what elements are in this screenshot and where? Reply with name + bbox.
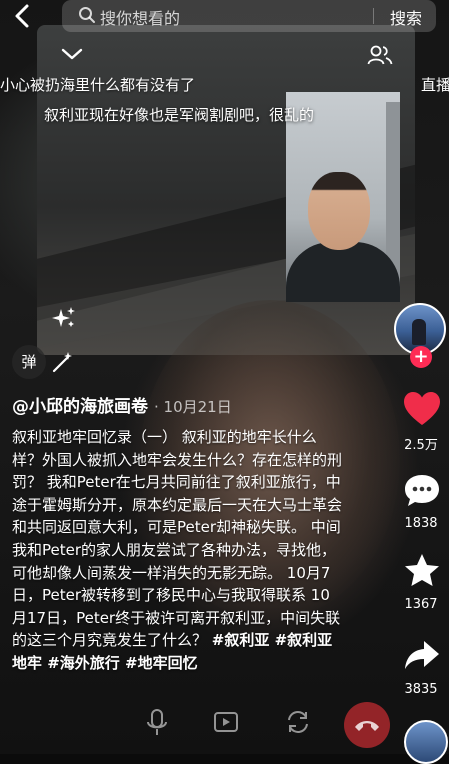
back-button[interactable] xyxy=(10,2,36,30)
share-count: 3835 xyxy=(404,682,438,697)
search-input[interactable]: 搜你想看的 搜索 xyxy=(62,0,436,32)
chevron-down-icon[interactable] xyxy=(60,46,84,62)
search-placeholder: 搜你想看的 xyxy=(100,9,181,28)
back-arrow-icon xyxy=(15,4,29,28)
pip-person-body xyxy=(286,242,400,302)
sparkle-icon[interactable] xyxy=(51,305,77,331)
camera-flip-icon[interactable] xyxy=(284,708,312,736)
favorite-count: 1367 xyxy=(404,597,438,612)
share-icon[interactable] xyxy=(402,638,442,674)
call-controls xyxy=(140,708,340,742)
search-divider xyxy=(373,8,374,24)
video-caption: 叙利亚现在好像也是军阀割剧吧，很乱的 xyxy=(44,106,315,124)
post-date: · 10月21日 xyxy=(154,398,232,416)
heart-icon[interactable] xyxy=(402,390,442,428)
star-icon[interactable] xyxy=(402,552,442,590)
pip-person-head xyxy=(308,172,370,250)
follow-button[interactable]: + xyxy=(410,346,432,368)
search-icon xyxy=(79,7,95,23)
post-description[interactable]: 叙利亚地牢回忆录（一） 叙利亚的地牢长什么样？外国人被抓入地牢会发生什么？存在怎… xyxy=(12,426,344,675)
comment-icon[interactable] xyxy=(402,472,442,510)
comment-count: 1838 xyxy=(404,516,438,531)
next-live-avatar[interactable] xyxy=(404,720,448,764)
top-bar: 搜你想看的 搜索 xyxy=(0,0,449,34)
mic-icon[interactable] xyxy=(146,708,168,738)
author-name[interactable]: @小邱的海旅画卷 xyxy=(12,397,148,417)
author-line: @小邱的海旅画卷 · 10月21日 xyxy=(12,392,232,417)
danmu-button[interactable]: 弹 xyxy=(12,345,46,379)
live-label[interactable]: 直播 xyxy=(421,74,449,95)
scrolling-comment: 小心被扔海里什么都有没有了 xyxy=(0,76,196,94)
description-text: 叙利亚地牢回忆录（一） 叙利亚的地牢长什么样？外国人被抓入地牢会发生什么？存在怎… xyxy=(12,428,343,650)
screen-share-icon[interactable] xyxy=(212,708,240,736)
avatar-figure xyxy=(412,319,426,345)
like-count: 2.5万 xyxy=(404,438,438,453)
search-button[interactable]: 搜索 xyxy=(390,5,422,29)
hangup-icon xyxy=(355,721,379,731)
wand-icon[interactable] xyxy=(50,349,76,375)
people-icon[interactable] xyxy=(367,44,393,66)
hangup-button[interactable] xyxy=(344,702,390,748)
